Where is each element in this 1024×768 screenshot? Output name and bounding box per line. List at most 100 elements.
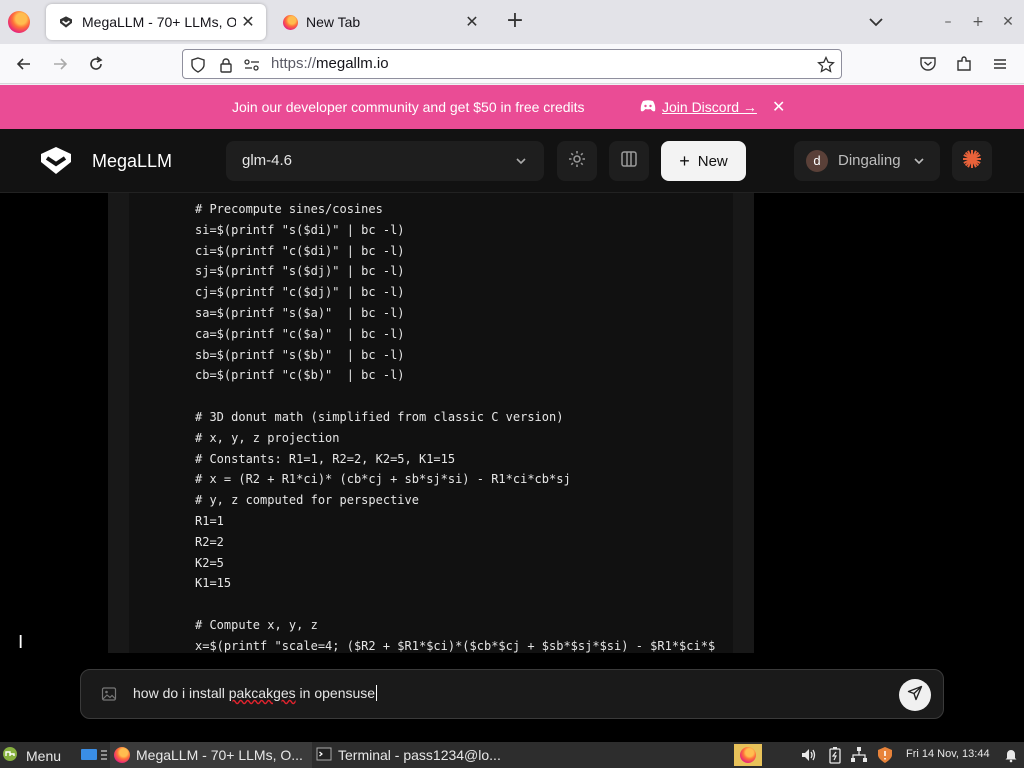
taskbar: Menu MegaLLM - 70+ LLMs, O... Terminal -… xyxy=(0,742,1024,768)
volume-icon[interactable] xyxy=(800,746,818,764)
terminal-icon xyxy=(316,746,332,765)
lock-icon[interactable] xyxy=(217,56,235,74)
promo-banner: Join our developer community and get $50… xyxy=(0,85,1024,129)
back-arrow-icon[interactable] xyxy=(12,52,36,76)
code-block: # Precompute sines/cosines si=$(printf "… xyxy=(129,193,733,653)
chat-area: # Precompute sines/cosines si=$(printf "… xyxy=(0,193,1024,742)
code-line: K2=5 xyxy=(195,555,224,570)
tab-new-tab[interactable]: New Tab ✕ xyxy=(270,4,490,40)
new-chat-label: New xyxy=(697,152,728,170)
close-banner-icon[interactable]: ✕ xyxy=(772,97,785,117)
message-text: how do i install xyxy=(133,685,229,701)
message-text-end: in opensuse xyxy=(295,685,376,701)
task-firefox[interactable]: MegaLLM - 70+ LLMs, O... xyxy=(110,742,312,768)
clock: Fri 14 Nov, 13:44 xyxy=(906,748,990,760)
task-label: MegaLLM - 70+ LLMs, O... xyxy=(136,747,303,763)
list-all-tabs-chevron-icon[interactable] xyxy=(866,12,886,32)
task-terminal[interactable]: Terminal - pass1234@lo... xyxy=(314,742,524,768)
chevron-down-icon xyxy=(514,154,528,168)
discord-icon xyxy=(640,99,656,115)
sun-burst-icon xyxy=(962,149,982,173)
url-host: megallm.io xyxy=(316,55,389,72)
battery-icon[interactable] xyxy=(826,746,844,764)
new-tab-plus-icon[interactable]: + xyxy=(503,10,527,34)
url-text[interactable]: https://megallm.io xyxy=(271,55,389,72)
new-chat-button[interactable]: + New xyxy=(661,141,746,181)
code-line: sb=$(printf "s($b)" | bc -l) xyxy=(195,347,405,362)
code-line: cj=$(printf "c($dj)" | bc -l) xyxy=(195,285,405,300)
paper-plane-icon xyxy=(907,685,923,705)
compare-columns-button[interactable] xyxy=(609,141,649,181)
firefox-tray-icon[interactable] xyxy=(734,744,762,766)
code-line: sj=$(printf "s($dj)" | bc -l) xyxy=(195,264,405,279)
close-window-icon[interactable]: ✕ xyxy=(996,10,1020,34)
chevron-down-icon xyxy=(912,154,926,168)
code-line: R1=1 xyxy=(195,513,224,528)
user-name: Dingaling xyxy=(838,152,901,169)
tracking-shield-icon[interactable] xyxy=(189,56,207,74)
send-button[interactable] xyxy=(899,679,931,711)
browser-tab-strip: MegaLLM - 70+ LLMs, O ✕ New Tab ✕ + – + … xyxy=(0,0,1024,44)
text-caret xyxy=(376,685,378,701)
code-line: # 3D donut math (simplified from classic… xyxy=(195,409,564,424)
code-line: x=$(printf "scale=4; ($R2 + $R1*$ci)*($c… xyxy=(195,638,716,653)
minimize-icon[interactable]: – xyxy=(936,10,960,34)
show-desktop-icon[interactable] xyxy=(80,746,98,764)
task-label: Terminal - pass1234@lo... xyxy=(338,747,501,763)
firefox-favicon-icon xyxy=(282,14,298,30)
code-line: # y, z computed for perspective xyxy=(195,493,419,508)
tab-close-icon[interactable]: ✕ xyxy=(460,10,484,34)
code-line: R2=2 xyxy=(195,534,224,549)
browser-nav-bar: https://megallm.io xyxy=(0,44,1024,84)
url-bar[interactable]: https://megallm.io xyxy=(182,49,842,79)
reload-icon[interactable] xyxy=(84,52,108,76)
settings-button[interactable] xyxy=(557,141,597,181)
bookmark-star-icon[interactable] xyxy=(817,56,835,74)
code-line: # x, y, z projection xyxy=(195,430,340,445)
permissions-icon[interactable] xyxy=(243,56,261,74)
firefox-icon[interactable] xyxy=(8,11,30,33)
brand-name[interactable]: MegaLLM xyxy=(92,151,172,172)
update-shield-icon[interactable] xyxy=(876,746,894,764)
code-line: ca=$(printf "c($a)" | bc -l) xyxy=(195,326,405,341)
code-line: K1=15 xyxy=(195,576,232,591)
promo-text: Join our developer community and get $50… xyxy=(232,99,585,115)
tab-close-icon[interactable]: ✕ xyxy=(236,10,260,34)
extensions-puzzle-icon[interactable] xyxy=(952,52,976,76)
pocket-icon[interactable] xyxy=(916,52,940,76)
message-input[interactable]: how do i install pakcakges in opensuse xyxy=(133,685,378,701)
message-composer[interactable]: how do i install pakcakges in opensuse xyxy=(80,669,944,719)
notifications-bell-icon[interactable] xyxy=(1002,746,1020,764)
join-discord-label[interactable]: Join Discord → xyxy=(662,99,757,115)
network-icon[interactable] xyxy=(850,746,868,764)
plus-icon: + xyxy=(679,151,690,171)
code-line: # Compute x, y, z xyxy=(195,617,318,632)
maximize-icon[interactable]: + xyxy=(966,10,990,34)
forward-arrow-icon[interactable] xyxy=(48,52,72,76)
code-content: # Precompute sines/cosines si=$(printf "… xyxy=(195,199,715,653)
tab-title: MegaLLM - 70+ LLMs, O xyxy=(82,14,236,30)
misspelled-word: pakcakges xyxy=(228,685,296,701)
megallm-favicon-icon xyxy=(58,14,74,30)
join-discord-link[interactable]: Join Discord → xyxy=(640,99,757,115)
megallm-logo-icon[interactable] xyxy=(40,147,72,175)
hamburger-menu-icon[interactable] xyxy=(988,52,1012,76)
user-menu-button[interactable]: d Dingaling xyxy=(794,141,940,181)
start-menu-button[interactable]: Menu xyxy=(2,746,61,765)
avatar: d xyxy=(806,150,828,172)
code-line: # x = (R2 + R1*ci)* (cb*cj + sb*sj*si) -… xyxy=(195,472,571,487)
mint-menu-icon xyxy=(2,746,18,765)
tab-megallm[interactable]: MegaLLM - 70+ LLMs, O ✕ xyxy=(46,4,266,40)
gear-icon xyxy=(568,150,586,172)
menu-label: Menu xyxy=(26,747,62,764)
code-line: ci=$(printf "c($di)" | bc -l) xyxy=(195,243,405,258)
image-upload-icon[interactable] xyxy=(101,686,117,702)
mouse-ibeam-cursor: I xyxy=(18,632,24,653)
code-line: # Constants: R1=1, R2=2, K2=5, K1=15 xyxy=(195,451,456,466)
url-scheme: https:// xyxy=(271,55,317,72)
code-line: si=$(printf "s($di)" | bc -l) xyxy=(195,222,405,237)
theme-toggle-button[interactable] xyxy=(952,141,992,181)
model-select[interactable]: glm-4.6 xyxy=(226,141,544,181)
code-line: sa=$(printf "s($a)" | bc -l) xyxy=(195,305,405,320)
model-select-value: glm-4.6 xyxy=(242,152,293,169)
